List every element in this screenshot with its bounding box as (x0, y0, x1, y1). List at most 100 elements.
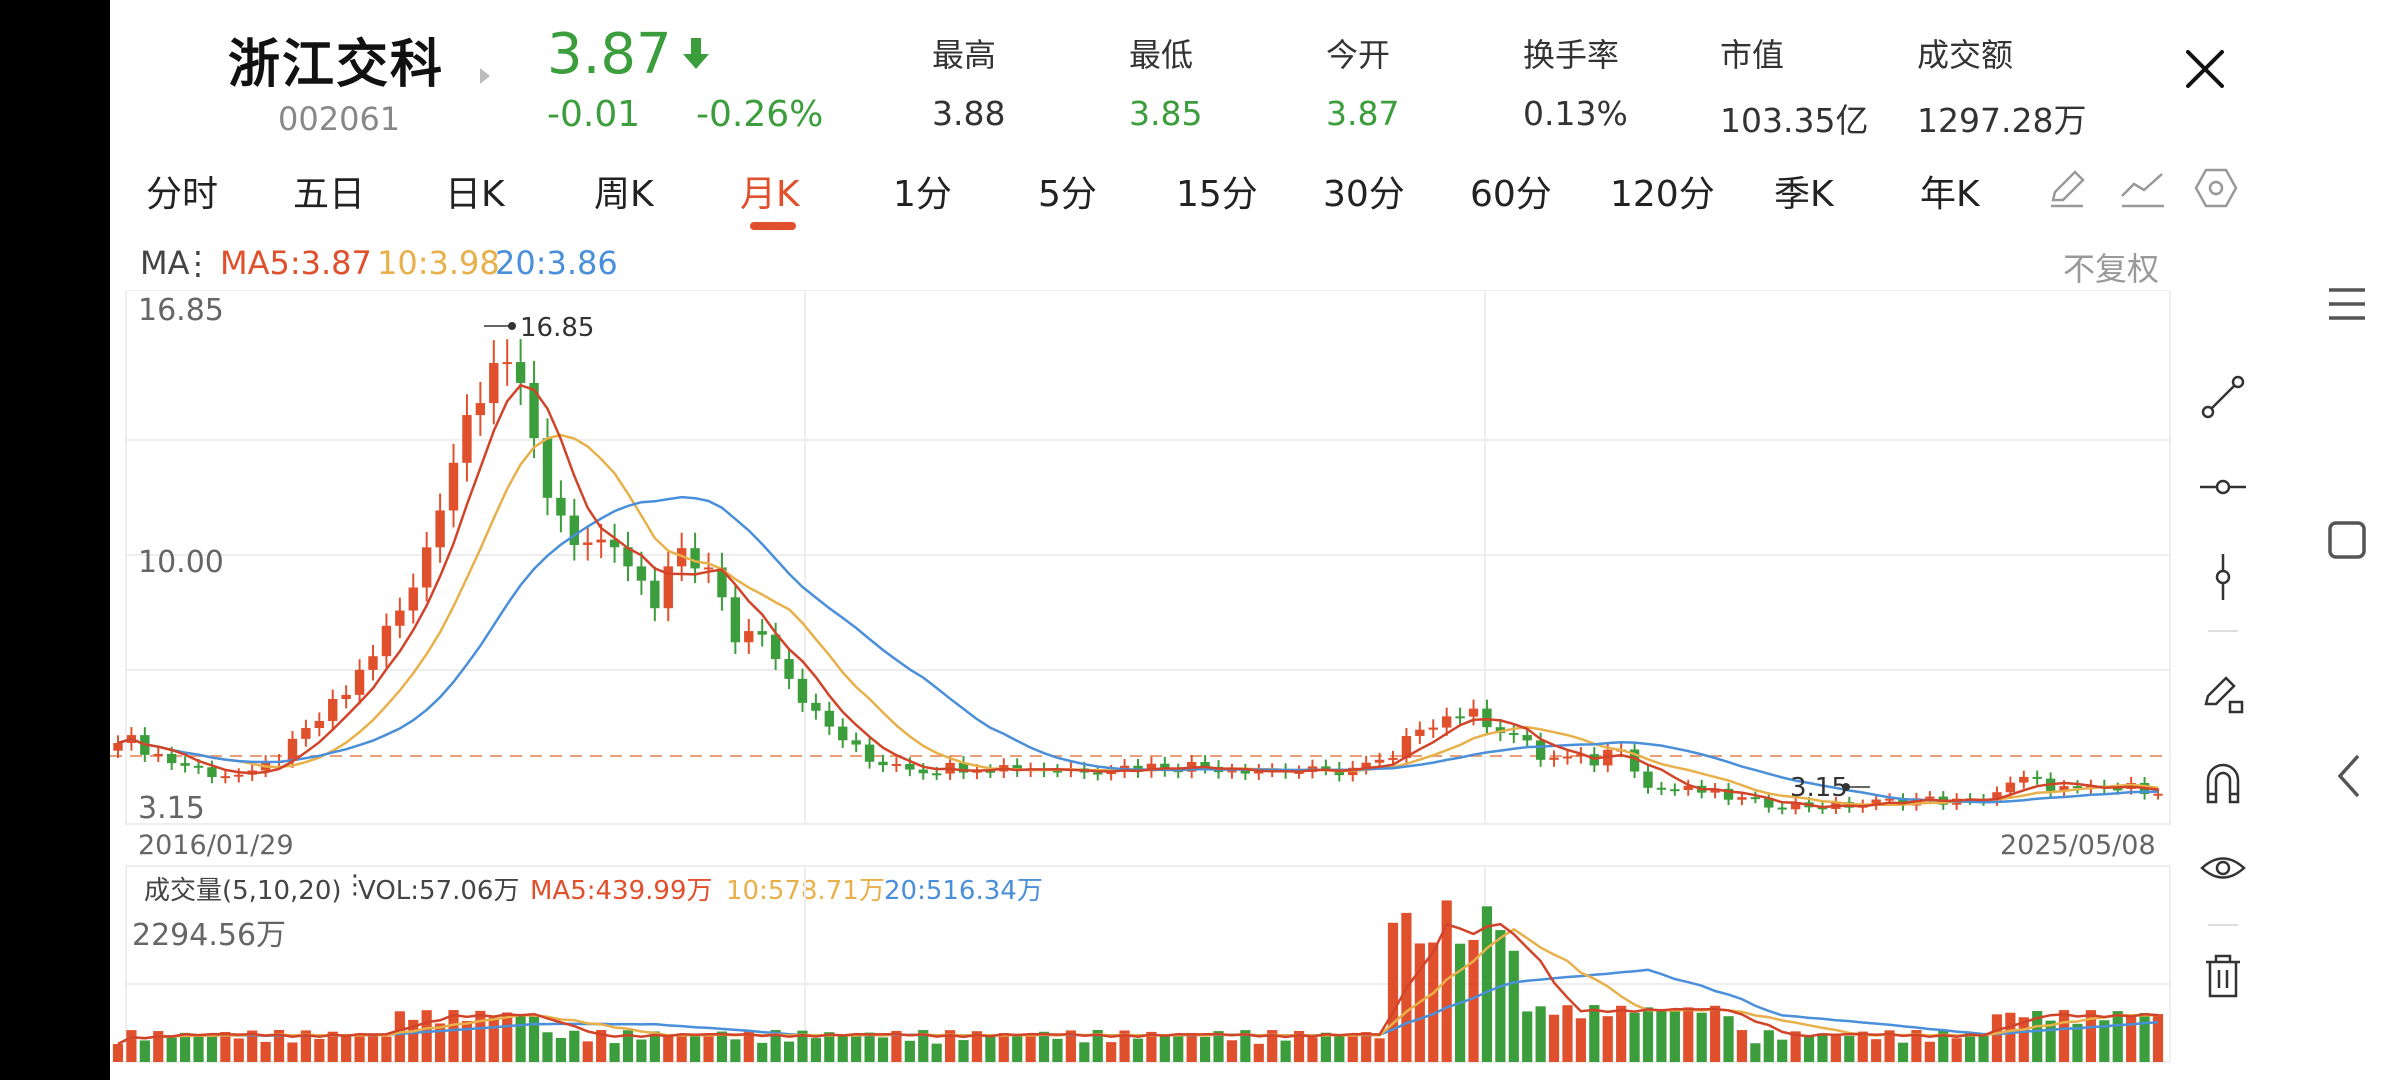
volume-bar (206, 1035, 218, 1062)
candle-body (1428, 727, 1438, 730)
stock-code: 002061 (278, 100, 401, 138)
menu-icon[interactable] (2325, 282, 2369, 326)
volume-bar (1038, 1031, 1050, 1062)
low-annotation: 3.15 (1790, 773, 1848, 803)
tab-yearly-k[interactable]: 年K (1920, 165, 1980, 217)
settings-hexagon-icon[interactable] (2192, 164, 2240, 212)
candle-body (556, 497, 566, 516)
tab-daily-k[interactable]: 日K (445, 165, 505, 217)
stat-value-high: 3.88 (932, 94, 1006, 133)
candle-body (542, 438, 553, 498)
tab-intraday[interactable]: 分时 (146, 165, 218, 217)
volume-bar (1965, 1032, 1976, 1062)
ma5-value: MA5:3.87 (220, 244, 372, 282)
candle-body (797, 678, 808, 703)
volume-bar (783, 1041, 795, 1062)
volume-bar (542, 1032, 553, 1062)
volume-bar (1629, 1012, 1640, 1062)
kline-chart[interactable]: 16.85 3.15 16.85 10.00 3.15 (110, 290, 2180, 850)
tab-5min[interactable]: 5分 (1038, 165, 1097, 217)
tool-divider (2208, 630, 2238, 632)
close-icon[interactable] (2180, 44, 2230, 94)
candle-body (435, 510, 445, 548)
candle-body (744, 631, 754, 643)
candle-body (341, 694, 351, 699)
eye-icon[interactable] (2198, 843, 2248, 893)
tab-five-day[interactable]: 五日 (293, 165, 365, 217)
volume-bar (287, 1042, 298, 1062)
volume-bar (341, 1035, 352, 1062)
volume-bar (958, 1040, 969, 1062)
candle-body (931, 773, 942, 776)
volume-bar (703, 1036, 714, 1062)
candle-body (2005, 782, 2016, 793)
candle-body (1441, 716, 1452, 728)
volume-bar (1025, 1035, 1036, 1062)
candle-body (153, 753, 163, 756)
volume-bar (193, 1034, 204, 1062)
tab-quarterly-k[interactable]: 季K (1774, 165, 1834, 217)
candle-body (1670, 789, 1680, 792)
ma10-line (117, 433, 2159, 807)
magnet-icon[interactable] (2198, 758, 2248, 808)
tab-120min[interactable]: 120分 (1610, 165, 1715, 217)
volume-bar (1562, 1005, 1573, 1062)
price-axis-bottom: 3.15 (138, 791, 205, 826)
indicator-line-icon[interactable] (2118, 166, 2168, 210)
volume-bar (1871, 1039, 1882, 1062)
horizontal-line-icon[interactable] (2198, 462, 2248, 512)
candle-body (1750, 797, 1761, 800)
volume-bar (1844, 1035, 1855, 1062)
active-tab-indicator (750, 222, 796, 230)
volume-bar (528, 1014, 540, 1062)
stat-label-high: 最高 (932, 36, 997, 74)
candle-body (180, 763, 190, 766)
volume-bar (1548, 1014, 1560, 1062)
candle-body (1482, 708, 1492, 728)
volume-bar (1750, 1043, 1761, 1062)
square-icon[interactable] (2325, 518, 2369, 562)
tab-weekly-k[interactable]: 周K (594, 165, 654, 217)
volume-bar (1052, 1038, 1063, 1062)
volume-bar (555, 1037, 566, 1062)
volume-bar (1495, 930, 1506, 1062)
volume-bar (475, 1010, 486, 1062)
tab-30min[interactable]: 30分 (1323, 165, 1405, 217)
tab-monthly-k[interactable]: 月K (740, 165, 800, 217)
volume-bar (1173, 1034, 1184, 1062)
candle-body (851, 740, 861, 745)
volume-bar (663, 1036, 674, 1062)
volume-bar (1508, 950, 1519, 1062)
candle-body (690, 548, 700, 569)
volume-bar (448, 1010, 459, 1062)
volume-bar (354, 1033, 365, 1062)
volume-bar (1387, 922, 1399, 1062)
volume-bar (1347, 1035, 1358, 1062)
volume-bar (1642, 1007, 1654, 1062)
volume-bar (112, 1044, 124, 1062)
volume-bar (1830, 1033, 1841, 1062)
stat-label-low: 最低 (1129, 36, 1194, 74)
candle-body (1656, 787, 1667, 790)
high-marker: 16.85 (484, 313, 594, 343)
pen-icon[interactable] (2198, 668, 2248, 718)
tab-60min[interactable]: 60分 (1470, 165, 1552, 217)
candle-body (462, 415, 472, 463)
ma-settings-dots-icon[interactable]: ⋮ (182, 244, 214, 282)
candle-body (1737, 797, 1747, 800)
back-icon[interactable] (2332, 752, 2368, 800)
trash-icon[interactable] (2198, 950, 2248, 1000)
expand-arrow-icon[interactable] (480, 68, 490, 84)
tab-15min[interactable]: 15分 (1176, 165, 1258, 217)
vertical-line-icon[interactable] (2198, 552, 2248, 602)
candle-body (824, 710, 835, 727)
draw-pen-icon[interactable] (2045, 166, 2089, 210)
volume-bar (1186, 1032, 1197, 1062)
tab-1min[interactable]: 1分 (893, 165, 952, 217)
adjust-mode-label[interactable]: 不复权 (2063, 244, 2159, 290)
date-end: 2025/05/08 (2000, 830, 2156, 861)
stock-name: 浙江交科 (228, 35, 445, 95)
volume-chart[interactable] (110, 860, 2180, 1070)
line-tool-icon[interactable] (2198, 372, 2248, 422)
candle-body (1455, 716, 1465, 719)
